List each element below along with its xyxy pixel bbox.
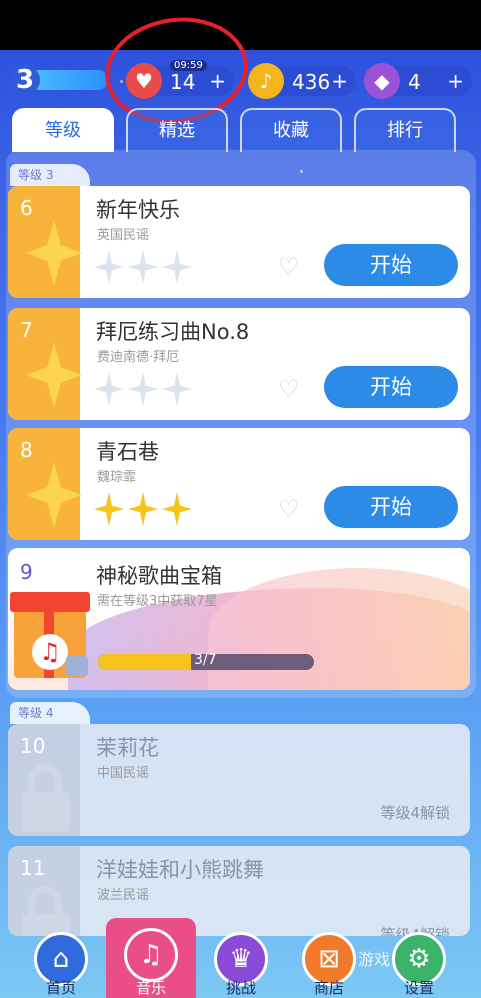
chest-requirement: 需在等级3中获取7星 <box>97 594 218 609</box>
start-button[interactable]: 开始 <box>324 486 458 528</box>
song-title: 拜厄练习曲No.8 <box>96 320 250 344</box>
nav-label: 设置 <box>403 979 434 997</box>
song-title: 茉莉花 <box>96 736 159 760</box>
music-note-icon: ♫ <box>32 634 68 670</box>
gems-counter[interactable]: ◆ 4 + <box>364 63 472 99</box>
song-number: 11 <box>20 856 46 880</box>
star-icon <box>94 250 124 284</box>
nav-label: 音乐 <box>135 979 166 997</box>
star-icon <box>94 492 124 526</box>
song-side: 10 <box>8 724 80 836</box>
music-note-icon: ♫ <box>124 928 178 982</box>
tab-ranking[interactable]: 排行 <box>354 108 456 152</box>
star-icon <box>128 492 158 526</box>
chest-number: 9 <box>20 560 33 584</box>
song-side: 8 <box>8 428 82 540</box>
wave-decoration <box>208 568 470 690</box>
favorite-heart-icon[interactable]: ♡ <box>278 254 306 280</box>
song-number: 8 <box>20 438 33 462</box>
gem-icon: ◆ <box>364 63 400 99</box>
song-title: 洋娃娃和小熊跳舞 <box>96 858 264 882</box>
nav-music[interactable]: ♫ 音乐 <box>106 918 196 998</box>
chest-progress-fill <box>98 654 191 670</box>
sparkle-star-icon <box>26 462 82 528</box>
song-artist: 费迪南德·拜厄 <box>97 350 180 365</box>
star-rating <box>94 250 192 284</box>
star-icon <box>162 250 192 284</box>
favorite-heart-icon[interactable]: ♡ <box>278 496 306 522</box>
star-rating <box>94 372 192 406</box>
watermark: 游戏 <box>358 950 391 969</box>
level-progress-bar <box>36 70 108 90</box>
song-artist: 魏琮霏 <box>97 470 137 485</box>
nav-label: 首页 <box>45 979 76 997</box>
nav-label: 挑战 <box>225 979 256 997</box>
notes-counter[interactable]: ♪ 436 + <box>248 63 356 99</box>
bottom-nav: ⌂ 首页 ♫ 音乐 ♛ 挑战 ⊠ 商店 ⚙ 设置 <box>0 918 481 998</box>
star-icon <box>128 372 158 406</box>
unlock-requirement: 等级4解锁 <box>380 804 450 822</box>
song-side: 6 <box>8 186 82 298</box>
group-label: 等级 3 <box>10 164 90 186</box>
song-title: 青石巷 <box>96 440 159 464</box>
star-rating <box>94 492 192 526</box>
song-artist: 波兰民谣 <box>97 888 150 903</box>
song-card[interactable]: 8 青石巷 魏琮霏 ♡ 开始 <box>8 428 470 540</box>
star-icon <box>162 372 192 406</box>
song-number: 7 <box>20 318 33 342</box>
notes-value: 436 <box>292 70 331 94</box>
favorite-heart-icon[interactable]: ♡ <box>278 376 306 402</box>
gems-value: 4 <box>408 70 421 94</box>
level-number: 3 <box>10 65 40 95</box>
song-artist: 中国民谣 <box>97 766 150 781</box>
start-button[interactable]: 开始 <box>324 366 458 408</box>
nav-challenge[interactable]: ♛ 挑战 <box>196 932 286 998</box>
group-label: 等级 4 <box>10 702 90 724</box>
star-icon <box>128 250 158 284</box>
mystery-chest-card[interactable]: 9 ♫ 神秘歌曲宝箱 需在等级3中获取7星 3/7 <box>8 548 470 690</box>
tab-favorites[interactable]: 收藏 <box>240 108 342 152</box>
sparkle-star-icon <box>26 220 82 286</box>
song-title: 新年快乐 <box>96 198 180 222</box>
tab-featured[interactable]: 精选 <box>126 108 228 152</box>
song-card[interactable]: 7 拜厄练习曲No.8 费迪南德·拜厄 ♡ 开始 <box>8 308 470 420</box>
padlock-icon <box>22 764 70 832</box>
locked-song-card[interactable]: 10 茉莉花 中国民谣 等级4解锁 <box>8 724 470 836</box>
nav-home[interactable]: ⌂ 首页 <box>16 932 106 998</box>
song-card[interactable]: 6 新年快乐 英国民谣 ♡ 开始 <box>8 186 470 298</box>
start-button[interactable]: 开始 <box>324 244 458 286</box>
song-number: 10 <box>20 734 46 758</box>
tab-level[interactable]: 等级 <box>12 108 114 152</box>
chest-title: 神秘歌曲宝箱 <box>96 564 222 588</box>
add-notes-button[interactable]: + <box>331 69 348 93</box>
star-icon <box>94 372 124 406</box>
star-icon <box>162 492 192 526</box>
small-lock-icon <box>66 656 88 676</box>
song-side: 7 <box>8 308 82 420</box>
add-gems-button[interactable]: + <box>447 69 464 93</box>
music-note-icon: ♪ <box>248 63 284 99</box>
song-number: 6 <box>20 196 33 220</box>
song-artist: 英国民谣 <box>97 228 150 243</box>
chest-progress-text: 3/7 <box>194 652 217 668</box>
sparkle-star-icon <box>26 342 82 408</box>
nav-label: 商店 <box>313 979 344 997</box>
